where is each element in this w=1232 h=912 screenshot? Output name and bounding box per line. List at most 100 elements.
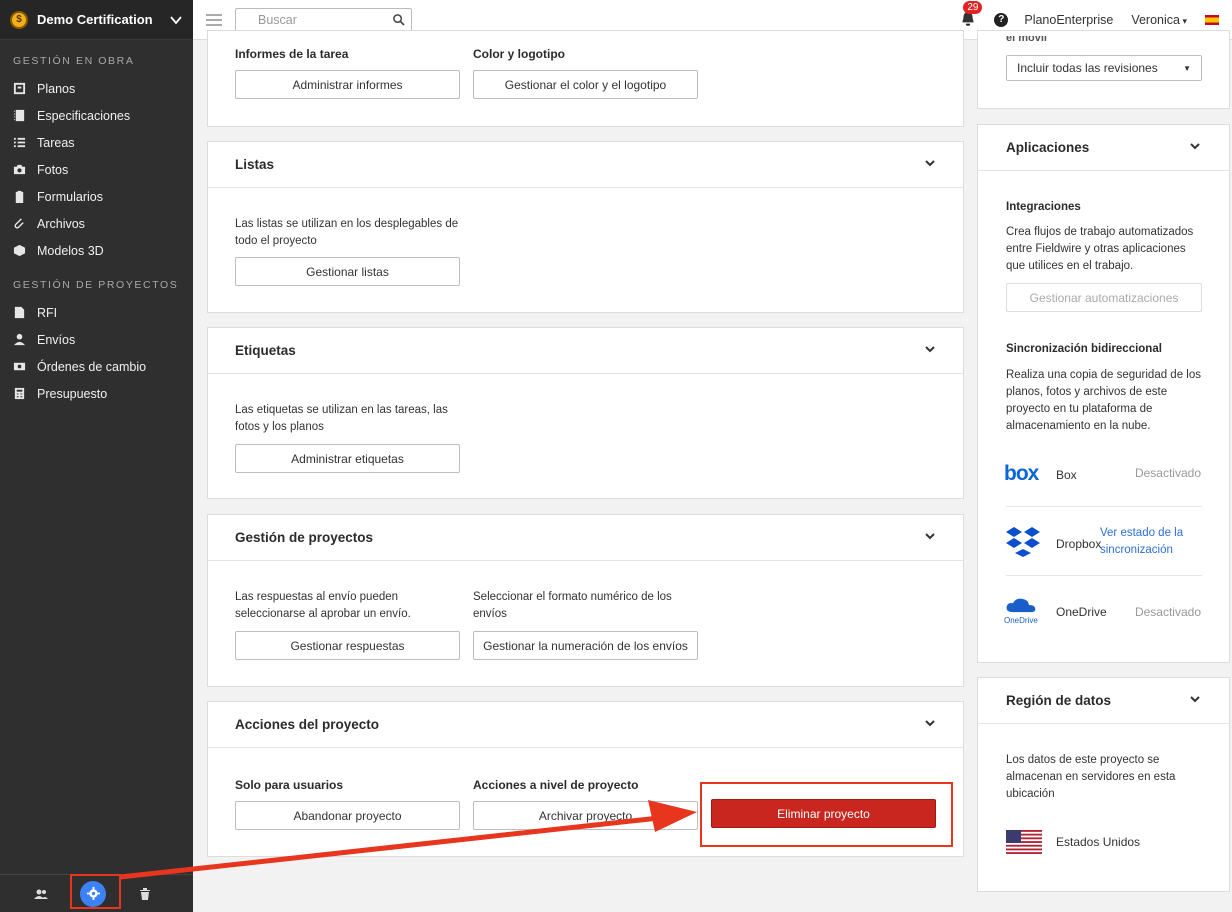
card-title: Etiquetas [235,343,296,358]
us-flag-icon [1006,830,1042,854]
spain-flag-icon[interactable] [1205,14,1219,25]
sidebar: $ Demo Certification GESTIÓN EN OBRA Pla… [0,0,193,912]
user-menu[interactable]: Veronica [1131,13,1187,27]
lists-card-header[interactable]: Listas [208,142,963,188]
sidebar-item-label: Presupuesto [37,386,108,401]
sidebar-item-label: Planos [37,81,76,96]
mobile-partial-label: el móvil [1006,32,1047,44]
sidebar-item-planos[interactable]: Planos [0,75,193,102]
rfi-icon [12,306,26,320]
manage-numbering-button[interactable]: Gestionar la numeración de los envíos [473,631,698,660]
manage-automations-button[interactable]: Gestionar automatizaciones [1006,283,1202,312]
sidebar-item-tareas[interactable]: Tareas [0,129,193,156]
sidebar-item-modelos-3d[interactable]: Modelos 3D [0,237,193,264]
chevron-down-icon [924,530,936,545]
camera-icon [12,163,26,177]
archive-project-button[interactable]: Archivar proyecto [473,801,698,830]
onedrive-logo-icon: OneDrive [1004,595,1042,629]
sidebar-item-label: Especificaciones [37,108,131,123]
revisions-select[interactable]: Incluir todas las revisiones ▼ [1006,55,1202,81]
users-icon [34,889,48,899]
plan-name: PlanoEnterprise [1024,12,1114,27]
lists-card: Listas Las listas se utilizan en los des… [207,141,964,313]
sidebar-item-label: Formularios [37,189,103,204]
money-icon [12,360,26,374]
chevron-down-icon [1189,140,1201,155]
manage-responses-button[interactable]: Gestionar respuestas [235,631,460,660]
project-actions-card-header[interactable]: Acciones del proyecto [208,702,963,748]
notifications-button[interactable]: 29 [960,0,983,29]
project-management-card-header[interactable]: Gestión de proyectos [208,515,963,561]
manage-lists-button[interactable]: Gestionar listas [235,257,460,286]
task-reports-label: Informes de la tarea [235,47,349,61]
project-logo-icon: $ [10,10,28,29]
cube-icon [12,244,26,258]
sidebar-item-especificaciones[interactable]: Especificaciones [0,102,193,129]
sidebar-item-ordenes-de-cambio[interactable]: Órdenes de cambio [0,353,193,380]
tags-description: Las etiquetas se utilizan en las tareas,… [235,404,448,433]
search-input[interactable]: Buscar [235,7,412,32]
manage-reports-button[interactable]: Administrar informes [235,70,460,99]
sidebar-item-label: RFI [37,305,58,320]
manage-color-logo-button[interactable]: Gestionar el color y el logotipo [473,70,698,99]
plans-icon [12,82,26,96]
leave-project-button[interactable]: Abandonar proyecto [235,801,460,830]
notification-badge: 29 [963,0,983,14]
responses-description: Las respuestas al envío pueden seleccion… [235,591,411,620]
chevron-down-icon [924,157,936,172]
section-label-projects: GESTIÓN DE PROYECTOS [13,279,179,291]
integrations-label: Integraciones [1006,201,1081,213]
help-icon[interactable]: ? [994,12,1009,27]
select-value: Incluir todas las revisiones [1017,61,1158,75]
onedrive-name: OneDrive [1056,605,1107,619]
box-status: Desactivado [1134,466,1201,480]
users-button[interactable] [15,876,67,912]
sidebar-item-label: Modelos 3D [37,243,104,258]
provider-divider [1006,575,1202,576]
manage-tags-button[interactable]: Administrar etiquetas [235,444,460,473]
data-region-card-header[interactable]: Región de datos [978,678,1229,724]
region-name: Estados Unidos [1056,835,1141,849]
project-switcher[interactable]: $ Demo Certification [0,0,193,40]
trash-button[interactable] [119,876,171,912]
delete-project-button[interactable]: Eliminar proyecto [711,799,936,828]
mobile-settings-card: el móvil Incluir todas las revisiones ▼ [977,30,1230,109]
onedrive-status: Desactivado [1134,605,1201,619]
dropbox-sync-status-link[interactable]: Ver estado de la sincronización [1100,525,1204,559]
data-region-description: Los datos de este proyecto se almacenan … [1006,754,1176,800]
users-only-label: Solo para usuarios [235,778,344,792]
trash-icon [140,887,150,900]
hamburger-menu-icon[interactable] [206,11,222,29]
numbering-description: Seleccionar el formato numérico de los e… [473,591,672,620]
chevron-down-icon [1189,693,1201,708]
apps-card: Aplicaciones Integraciones Crea flujos d… [977,124,1230,663]
bidirectional-sync-label: Sincronización bidireccional [1006,343,1162,355]
sidebar-item-label: Fotos [37,162,69,177]
caret-down-icon: ▼ [1183,63,1191,73]
integrations-description: Crea flujos de trabajo automatizados ent… [1006,226,1194,272]
box-name: Box [1056,468,1077,482]
paperclip-icon [12,217,26,231]
sidebar-item-formularios[interactable]: Formularios [0,183,193,210]
sidebar-item-presupuesto[interactable]: Presupuesto [0,380,193,407]
sidebar-item-label: Tareas [37,135,75,150]
sidebar-item-fotos[interactable]: Fotos [0,156,193,183]
tasks-icon [12,136,26,150]
box-logo-icon: box [1004,462,1039,485]
tags-card: Etiquetas Las etiquetas se utilizan en l… [207,327,964,499]
apps-card-header[interactable]: Aplicaciones [978,125,1229,171]
tags-card-header[interactable]: Etiquetas [208,328,963,374]
calculator-icon [12,387,26,401]
sidebar-item-rfi[interactable]: RFI [0,299,193,326]
search-placeholder: Buscar [258,12,297,27]
sidebar-item-envios[interactable]: Envíos [0,326,193,353]
data-region-card: Región de datos Los datos de este proyec… [977,677,1230,892]
sidebar-item-archivos[interactable]: Archivos [0,210,193,237]
project-management-card: Gestión de proyectos Las respuestas al e… [207,514,964,687]
project-name: Demo Certification [37,12,153,27]
lists-description: Las listas se utilizan en los desplegabl… [235,218,459,247]
provider-divider [1006,506,1202,507]
dropbox-logo-icon [1004,525,1042,559]
settings-highlight-box [70,874,121,909]
project-level-actions-label: Acciones a nivel de proyecto [473,778,639,792]
